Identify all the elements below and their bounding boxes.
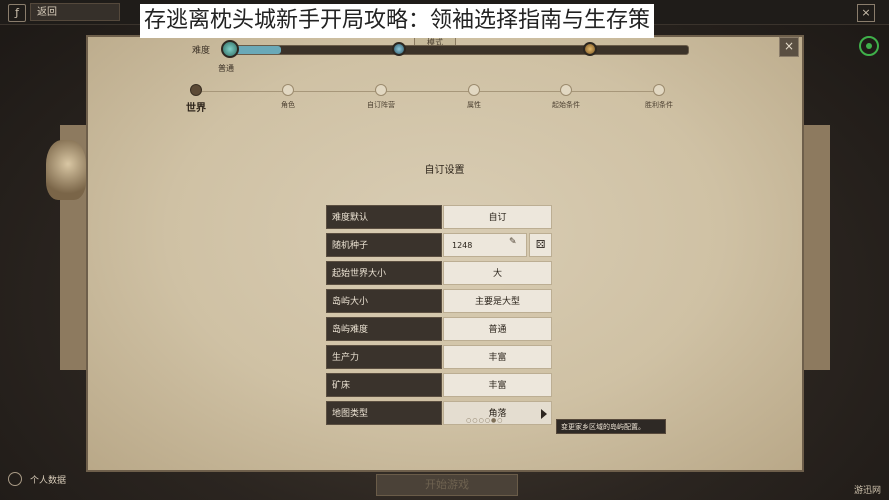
setting-row-difficulty-default: 难度默认 自订 — [326, 205, 552, 229]
setting-value-button[interactable]: 丰富 — [443, 345, 552, 369]
step-label: 自订阵营 — [367, 101, 395, 109]
setting-value-button[interactable]: 主要是大型 — [443, 289, 552, 313]
difficulty-marker-icon — [583, 42, 597, 56]
setting-row-productivity: 生产力 丰富 — [326, 345, 552, 369]
step-label: 属性 — [467, 101, 481, 109]
close-icon[interactable]: × — [857, 4, 875, 22]
start-game-button[interactable]: 开始游戏 — [376, 474, 518, 496]
step-attributes[interactable]: 属性 — [434, 84, 514, 110]
step-start-conditions[interactable]: 起始条件 — [526, 84, 606, 110]
step-label: 角色 — [281, 101, 295, 109]
pager-dots: ○○○○●○ — [466, 417, 504, 424]
step-dot — [468, 84, 480, 96]
difficulty-handle-icon[interactable] — [221, 40, 239, 58]
setting-key: 生产力 — [326, 345, 442, 369]
panel-close-button[interactable]: × — [779, 37, 799, 57]
overlay-title: 存逃离枕头城新手开局攻略：领袖选择指南与生存策 — [140, 4, 655, 38]
map-type-tooltip: 变更家乡区域的岛屿配置。 — [556, 419, 666, 434]
difficulty-marker-icon — [392, 42, 406, 56]
setting-row-deposits: 矿床 丰富 — [326, 373, 552, 397]
profile-icon[interactable] — [8, 472, 22, 486]
section-title: 自订设置 — [424, 165, 465, 176]
setting-row-world-size: 起始世界大小 大 — [326, 261, 552, 285]
step-label: 世界 — [186, 103, 206, 114]
chevron-right-icon — [541, 409, 547, 419]
difficulty-slider[interactable] — [230, 45, 689, 55]
setting-key: 地图类型 — [326, 401, 442, 425]
step-dot — [560, 84, 572, 96]
step-world[interactable]: 世界 — [156, 84, 236, 114]
difficulty-value: 普通 — [218, 64, 234, 73]
watermark: 游迅网 — [853, 486, 881, 496]
step-dot — [375, 84, 387, 96]
difficulty-label: 难度 — [192, 46, 211, 56]
step-dot — [653, 84, 665, 96]
setting-key: 随机种子 — [326, 233, 442, 257]
back-button[interactable]: 返回 — [30, 3, 120, 21]
randomize-dice-icon[interactable]: ⚄ — [529, 233, 552, 257]
setting-key: 难度默认 — [326, 205, 442, 229]
setting-key: 岛屿难度 — [326, 317, 442, 341]
setting-key: 矿床 — [326, 373, 442, 397]
setting-row-map-type: 地图类型 角落 — [326, 401, 552, 425]
edit-pencil-icon[interactable]: ✎ — [509, 237, 517, 247]
step-victory-conditions[interactable]: 胜利条件 — [619, 84, 699, 110]
setting-row-random-seed: 随机种子 1248 ✎ ⚄ — [326, 233, 552, 257]
setting-value-button[interactable]: 大 — [443, 261, 552, 285]
setting-row-island-difficulty: 岛屿难度 普通 — [326, 317, 552, 341]
back-arrow-icon[interactable]: ƒ — [8, 4, 26, 22]
step-label: 起始条件 — [552, 101, 580, 109]
step-label: 胜利条件 — [645, 101, 673, 109]
step-character[interactable]: 角色 — [248, 84, 328, 110]
setting-key: 岛屿大小 — [326, 289, 442, 313]
setting-value-button[interactable]: 自订 — [443, 205, 552, 229]
setting-value-button[interactable]: 丰富 — [443, 373, 552, 397]
profile-label[interactable]: 个人数据 — [30, 473, 66, 486]
step-dot — [190, 84, 202, 96]
setting-row-island-size: 岛屿大小 主要是大型 — [326, 289, 552, 313]
network-status-icon — [859, 36, 879, 56]
setting-key: 起始世界大小 — [326, 261, 442, 285]
step-dot — [282, 84, 294, 96]
step-custom-faction[interactable]: 自订阵营 — [341, 84, 421, 110]
setting-value-button[interactable]: 普通 — [443, 317, 552, 341]
